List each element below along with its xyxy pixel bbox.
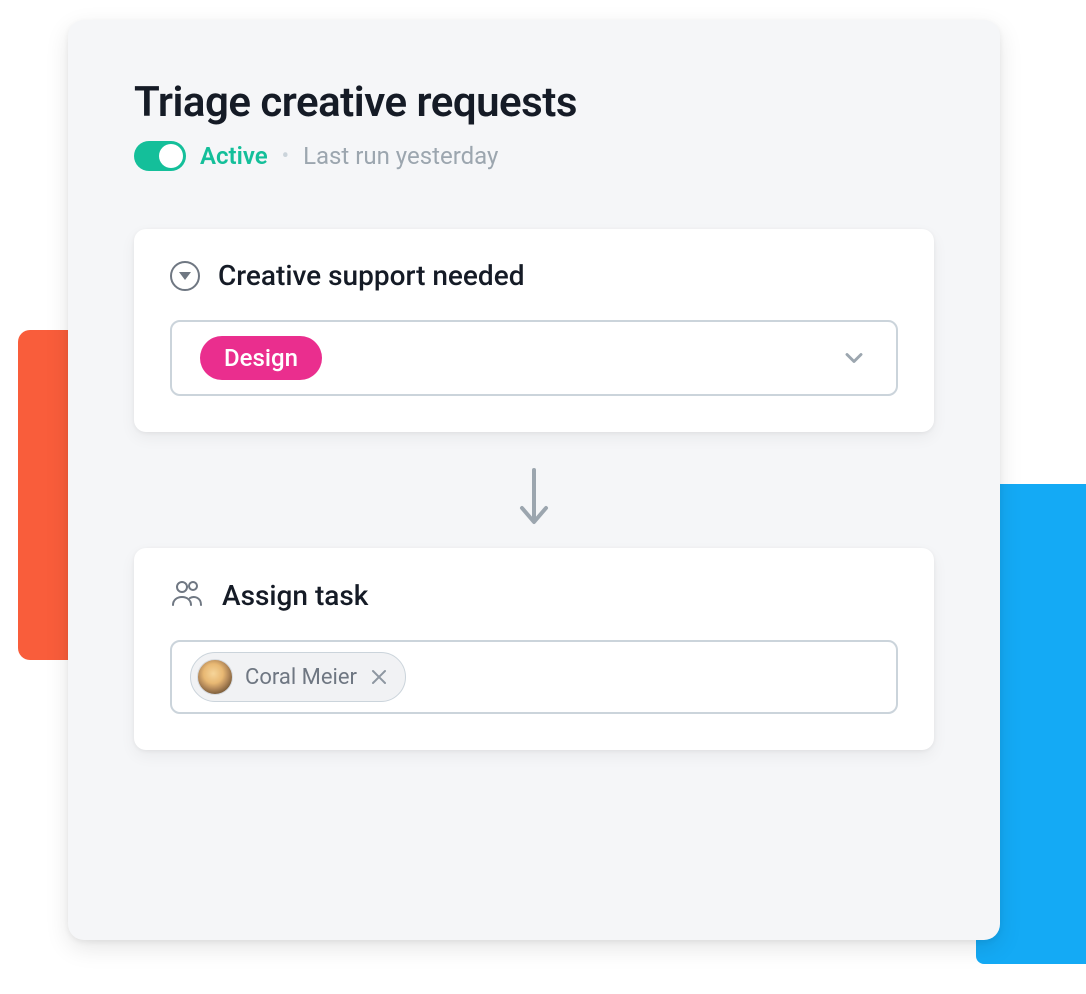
selected-option-chip: Design [200,336,322,380]
rule-panel: Triage creative requests Active • Last r… [68,20,1000,940]
avatar [197,659,233,695]
flow-arrow [134,466,934,528]
assignee-field[interactable]: Coral Meier [170,640,898,714]
chevron-down-icon [840,344,868,372]
assignee-chip: Coral Meier [190,652,406,702]
assignee-name: Coral Meier [245,665,357,690]
status-active-label: Active [200,142,268,170]
triangle-down-icon [179,272,191,280]
last-run-text: Last run yesterday [303,142,498,170]
active-toggle[interactable] [134,141,186,171]
remove-assignee-button[interactable] [369,667,389,687]
option-select[interactable]: Design [170,320,898,396]
people-icon [170,578,204,612]
close-icon [370,668,388,686]
separator-dot: • [282,144,289,169]
status-row: Active • Last run yesterday [134,141,934,171]
trigger-card-header: Creative support needed [170,259,898,292]
trigger-card: Creative support needed Design [134,229,934,432]
toggle-knob [159,144,183,168]
page-title: Triage creative requests [134,78,934,127]
trigger-card-title: Creative support needed [218,259,524,292]
action-card-title: Assign task [222,579,368,612]
arrow-down-icon [514,466,554,528]
action-card: Assign task Coral Meier [134,548,934,750]
collapse-toggle-icon[interactable] [170,261,200,291]
action-card-header: Assign task [170,578,898,612]
